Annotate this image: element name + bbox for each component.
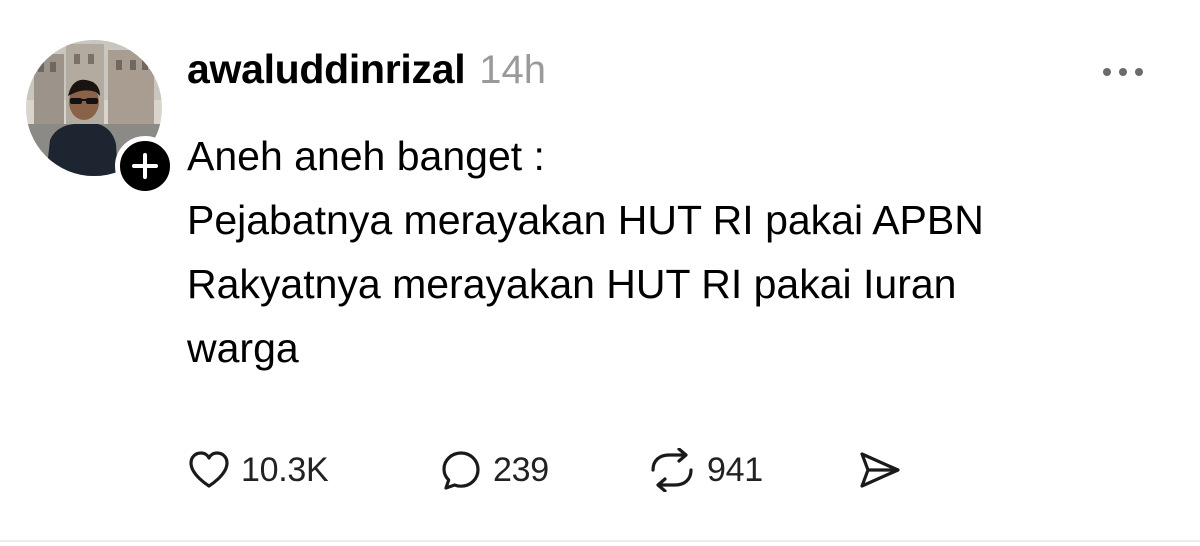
reply-count: 239 <box>493 450 549 489</box>
heart-icon <box>189 451 229 488</box>
timestamp: 14h <box>479 48 547 92</box>
plus-icon <box>132 153 158 179</box>
send-icon <box>860 452 900 488</box>
repost-button[interactable]: 941 <box>647 440 763 500</box>
post-text-line: warga <box>187 325 299 371</box>
like-button[interactable]: 10.3K <box>187 440 329 500</box>
thread-post: awaluddinrizal 14h Aneh aneh banget : Pe… <box>0 0 1200 546</box>
share-button[interactable] <box>857 440 903 500</box>
action-bar: 10.3K 239 941 <box>187 440 947 500</box>
repost-icon <box>651 448 693 492</box>
post-body: Aneh aneh banget : Pejabatnya merayakan … <box>187 124 1177 380</box>
divider <box>0 540 1200 542</box>
post-text-line: Aneh aneh banget : <box>187 133 545 179</box>
more-horizontal-icon <box>1103 68 1143 76</box>
repost-count: 941 <box>707 450 763 489</box>
post-text-line: Pejabatnya merayakan HUT RI pakai APBN <box>187 197 984 243</box>
username[interactable]: awaluddinrizal <box>187 46 466 93</box>
follow-button[interactable] <box>115 136 175 196</box>
post-header: awaluddinrizal 14h <box>187 46 546 102</box>
like-count: 10.3K <box>241 450 329 489</box>
post-text-line: Rakyatnya merayakan HUT RI pakai Iuran <box>187 261 957 307</box>
reply-button[interactable]: 239 <box>439 440 549 500</box>
more-options-button[interactable] <box>1094 55 1152 89</box>
comment-icon <box>442 451 480 490</box>
